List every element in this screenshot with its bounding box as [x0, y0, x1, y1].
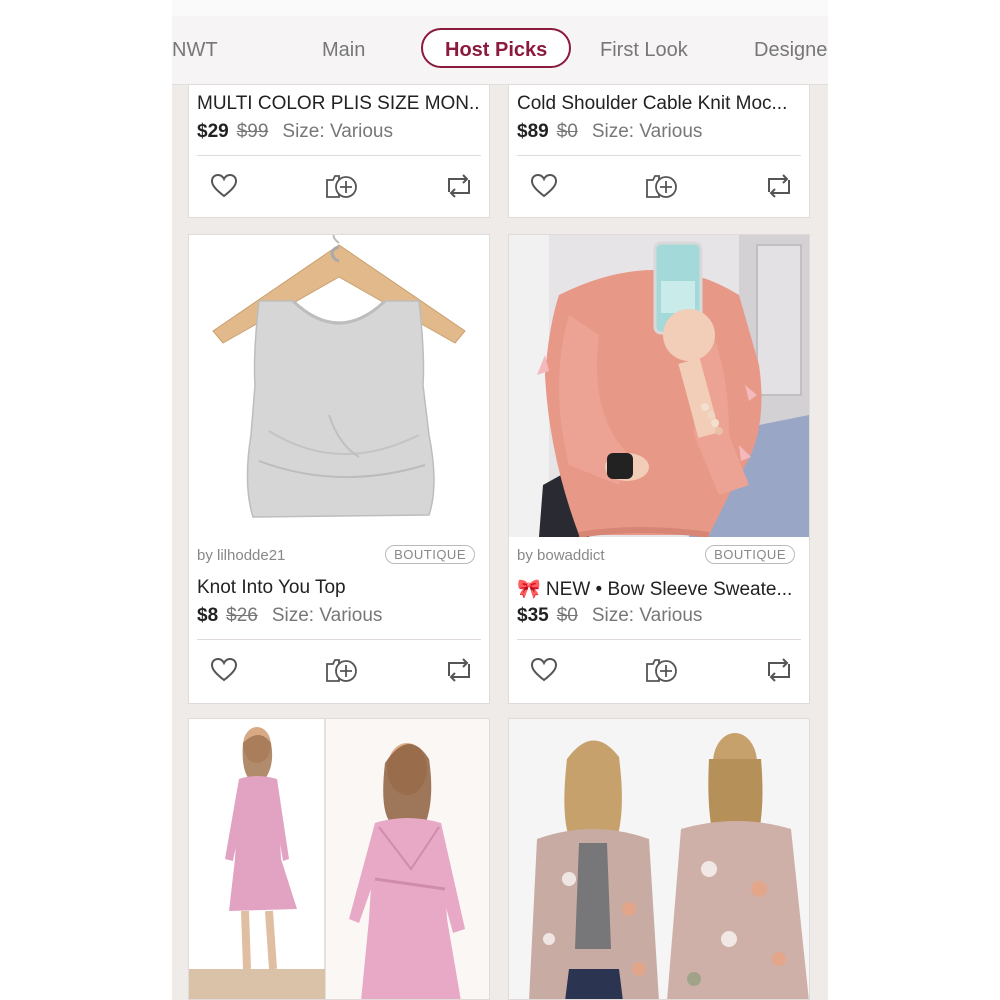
listing-size-value: Various	[639, 605, 703, 626]
status-bar	[172, 0, 828, 16]
tab-first-look[interactable]: First Look	[600, 34, 688, 66]
add-to-bundle-icon[interactable]	[325, 655, 357, 685]
listing-size-value: Various	[329, 121, 393, 142]
listing-price: $8	[197, 605, 219, 626]
heart-icon[interactable]	[529, 171, 559, 201]
listing-seller[interactable]: by lilhodde21	[197, 547, 285, 564]
listing-size-value: Various	[639, 121, 703, 142]
listing-seller[interactable]: by bowaddict	[517, 547, 605, 564]
card-divider	[517, 155, 801, 156]
card-divider	[517, 639, 801, 640]
listing-title[interactable]: Knot Into You Top	[197, 577, 481, 599]
listing-card-2[interactable]: Cold Shoulder Cable Knit Moc... $89 $0 Siz…	[508, 84, 810, 218]
card-divider	[197, 155, 481, 156]
tab-host-picks[interactable]: Host Picks	[421, 28, 572, 68]
listing-title[interactable]: MULTI COLOR PLIS SIZE MON...	[197, 93, 481, 115]
card-divider	[197, 639, 481, 640]
tab-main[interactable]: Main	[322, 34, 365, 66]
share-icon[interactable]	[763, 655, 793, 685]
listing-price-row: $35 $0 Size: Various	[517, 605, 702, 627]
sweater-selfie-image	[509, 235, 809, 537]
listing-photo[interactable]	[509, 235, 809, 537]
floral-cardigan-image	[509, 719, 809, 999]
tab-designer[interactable]: Designe	[754, 34, 827, 66]
listing-photo[interactable]	[509, 719, 809, 999]
listing-photo[interactable]	[189, 719, 489, 999]
app-screen: NWT Main Host Picks First Look Designe M…	[172, 0, 828, 1000]
listing-card-5[interactable]	[188, 718, 490, 1000]
listing-size-label: Size:	[591, 605, 635, 626]
share-icon[interactable]	[443, 655, 473, 685]
share-icon[interactable]	[443, 171, 473, 201]
listing-price: $89	[517, 121, 549, 142]
listing-price-row: $8 $26 Size: Various	[197, 605, 382, 627]
heart-icon[interactable]	[529, 655, 559, 685]
listing-original-price: $0	[556, 605, 578, 626]
listing-card-1[interactable]: MULTI COLOR PLIS SIZE MON... $29 $99 Size:…	[188, 84, 490, 218]
tank-top-image	[189, 235, 489, 537]
wrap-dress-image	[189, 719, 489, 999]
add-to-bundle-icon[interactable]	[645, 655, 677, 685]
heart-icon[interactable]	[209, 171, 239, 201]
heart-icon[interactable]	[209, 655, 239, 685]
add-to-bundle-icon[interactable]	[325, 171, 357, 201]
boutique-badge: BOUTIQUE	[705, 545, 795, 564]
listing-size-label: Size:	[271, 605, 315, 626]
listing-title[interactable]: Cold Shoulder Cable Knit Moc...	[517, 93, 801, 115]
listing-card-4[interactable]: by bowaddict BOUTIQUE 🎀 NEW • Bow Sleeve…	[508, 234, 810, 704]
listing-original-price: $26	[226, 605, 258, 626]
listing-price-row: $89 $0 Size: Various	[517, 121, 702, 143]
boutique-badge: BOUTIQUE	[385, 545, 475, 564]
share-icon[interactable]	[763, 171, 793, 201]
listing-original-price: $99	[236, 121, 269, 142]
add-to-bundle-icon[interactable]	[645, 171, 677, 201]
listing-size-label: Size:	[591, 121, 635, 142]
listing-price-row: $29 $99 Size: Various	[197, 121, 393, 143]
tab-bar: NWT Main Host Picks First Look Designe	[172, 16, 828, 85]
listing-price: $35	[517, 605, 549, 626]
listing-card-3[interactable]: by lilhodde21 BOUTIQUE Knot Into You Top…	[188, 234, 490, 704]
tab-nwt[interactable]: NWT	[172, 34, 218, 66]
listing-size-value: Various	[319, 605, 383, 626]
listing-photo[interactable]	[189, 235, 489, 537]
listing-size-label: Size:	[282, 121, 325, 142]
listing-card-6[interactable]	[508, 718, 810, 1000]
listing-title[interactable]: 🎀 NEW • Bow Sleeve Sweate...	[517, 577, 801, 601]
listing-original-price: $0	[556, 121, 578, 142]
listing-price: $29	[197, 121, 229, 142]
